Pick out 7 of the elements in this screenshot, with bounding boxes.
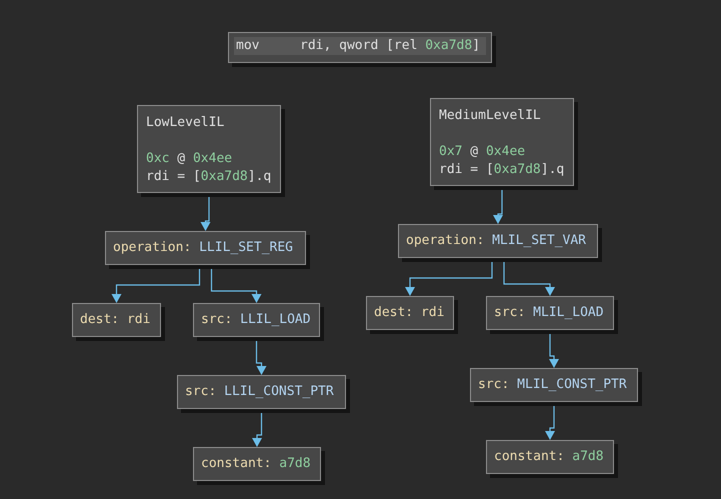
node-title: MediumLevelIL: [439, 107, 541, 125]
node-text-line: 0xc @ 0x4ee: [146, 150, 232, 168]
node-title: LowLevelIL: [146, 114, 224, 132]
instruction-text: mov rdi, qword [rel 0xa7d8]: [234, 37, 486, 55]
node-text-line: 0x7 @ 0x4ee: [439, 143, 526, 161]
node-text-line: rdi = [0xa7d8].q: [439, 161, 564, 179]
node-text-line: rdi = [0xa7d8].q: [146, 168, 272, 186]
